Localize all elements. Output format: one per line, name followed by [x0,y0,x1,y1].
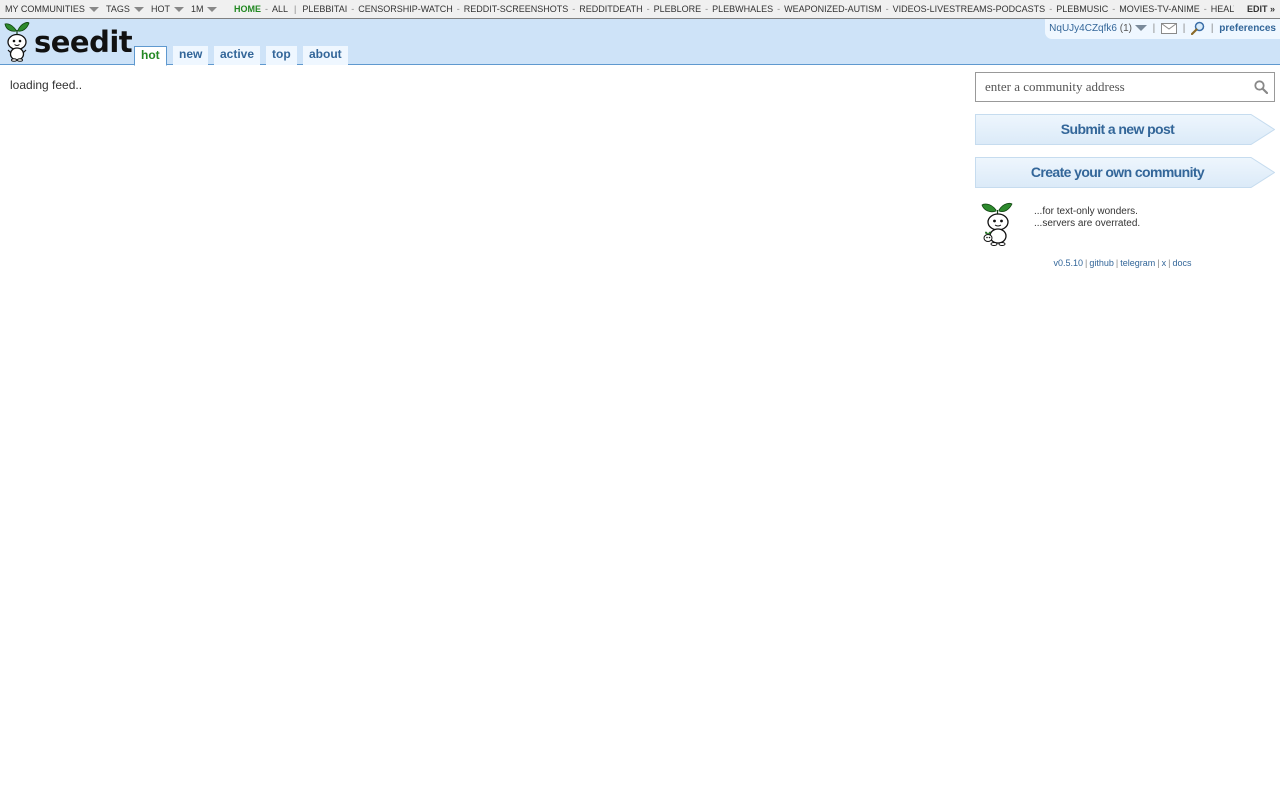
tab-active[interactable]: active [214,46,261,65]
tab-about[interactable]: about [303,46,348,65]
sort-dropdown[interactable]: HOT [151,0,184,18]
sidebar-taglines: ...for text-only wonders. ...servers are… [1034,206,1140,230]
loading-feed-text: loading feed.. [10,78,83,92]
all-link[interactable]: ALL [272,0,288,18]
community-links: HOME - ALL | PLEBBITAI - CENSORSHIP-WATCH - REDD… [234,0,1234,18]
x-link[interactable]: x [1162,258,1167,268]
telegram-link[interactable]: telegram [1120,258,1155,268]
tags-label: TAGS [106,4,130,14]
chevron-down-icon [174,7,184,12]
logo-wordmark: seedit [34,25,133,59]
user-menu: NqUJy4CZqfk6 (1) | | | preferences [1045,19,1280,39]
search-icon[interactable] [1254,80,1268,94]
preferences-link[interactable]: preferences [1219,23,1276,34]
create-community-button[interactable]: Create your own community [975,157,1275,188]
community-link[interactable]: REDDITDEATH [579,0,642,18]
submit-post-label: Submit a new post [1060,121,1175,137]
username-link[interactable]: NqUJy4CZqfk6 [1049,23,1117,34]
tab-hot[interactable]: hot [134,46,167,66]
my-communities-dropdown[interactable]: MY COMMUNITIES [5,0,99,18]
tagline: ...for text-only wonders. [1034,206,1138,217]
github-link[interactable]: github [1089,258,1114,268]
docs-link[interactable]: docs [1172,258,1191,268]
chevron-down-icon [134,7,144,12]
sort-label: HOT [151,4,170,14]
mail-icon[interactable] [1160,22,1177,34]
account-dropdown-chevron-icon[interactable] [1134,24,1147,32]
community-link[interactable]: HEALTH-NUTRITION-SCIENCE [1211,0,1234,18]
time-filter-label: 1M [191,4,204,14]
tab-top[interactable]: top [266,46,297,65]
submit-post-button[interactable]: Submit a new post [975,114,1275,145]
community-link[interactable]: REDDIT-SCREENSHOTS [464,0,569,18]
my-communities-label: MY COMMUNITIES [5,4,85,14]
community-link[interactable]: PLEBMUSIC [1056,0,1108,18]
seedling-mascot-icon [4,22,30,62]
seedit-logo[interactable]: seedit [4,20,133,63]
community-link[interactable]: MOVIES-TV-ANIME [1119,0,1200,18]
edit-communities-link[interactable]: EDIT » [1232,0,1280,18]
community-link[interactable]: WEAPONIZED-AUTISM [784,0,882,18]
community-address-input[interactable] [976,73,1246,101]
tagline: ...servers are overrated. [1034,218,1141,229]
footer-links: v0.5.10 | github | telegram | x | docs [1053,258,1192,268]
community-search-box [975,72,1275,102]
magnifier-icon[interactable] [1191,21,1205,36]
time-filter-dropdown[interactable]: 1M [191,0,217,18]
community-link[interactable]: PLEBBITAI [302,0,347,18]
header: seedit hot new active top about NqUJy4CZ… [0,19,1280,66]
top-strip: MY COMMUNITIES TAGS HOT 1M HOME - ALL | PLEB… [0,0,1280,19]
community-link[interactable]: VIDEOS-LIVESTREAMS-PODCASTS [893,0,1046,18]
chevron-down-icon [207,7,217,12]
tags-dropdown[interactable]: TAGS [106,0,144,18]
karma-count: (1) [1119,23,1132,34]
tab-new[interactable]: new [173,46,209,65]
chevron-down-icon [89,7,99,12]
community-link[interactable]: PLEBWHALES [712,0,773,18]
version-link[interactable]: v0.5.10 [1054,258,1084,268]
community-link[interactable]: PLEBLORE [654,0,702,18]
seedling-mascot-icon [981,202,1013,246]
create-community-label: Create your own community [1030,164,1205,180]
home-link[interactable]: HOME [234,0,261,18]
community-link[interactable]: CENSORSHIP-WATCH [358,0,453,18]
